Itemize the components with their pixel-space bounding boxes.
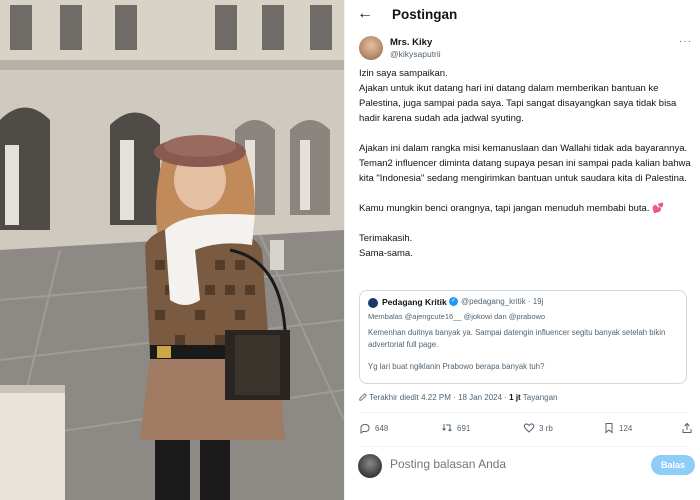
bookmark-count: 124: [619, 423, 633, 433]
author-handle[interactable]: @kikysaputrii: [390, 49, 441, 59]
post-pane: ← Postingan Mrs. Kiky @kikysaputrii ··· …: [345, 0, 700, 500]
divider: [359, 446, 689, 447]
back-arrow-icon[interactable]: ←: [357, 5, 373, 23]
post-line: Teman2 influencer diminta datang supaya …: [359, 158, 691, 184]
quoted-text: Kemenhan duitnya banyak ya. Sampai daten…: [368, 327, 680, 373]
post-line-text: Kamu mungkin benci orangnya, tapi jangan…: [359, 203, 650, 214]
author-name[interactable]: Mrs. Kiky: [390, 37, 432, 48]
more-options-icon[interactable]: ···: [679, 36, 692, 47]
action-bar: 648 691 3 rb 124: [359, 422, 692, 438]
repost-button[interactable]: 691: [441, 422, 470, 434]
share-icon: [682, 422, 692, 433]
post-line: Izin saya sampaikan.: [359, 68, 448, 79]
bookmark-icon: [605, 423, 613, 434]
quoted-author-name: Pedagang Kritik: [382, 297, 447, 307]
like-count: 3 rb: [539, 423, 553, 433]
reply-submit-button[interactable]: Balas: [651, 455, 695, 475]
post-body: Izin saya sampaikan. Ajakan untuk ikut d…: [359, 66, 695, 261]
divider: [359, 412, 689, 413]
post-line: Sama-sama.: [359, 248, 413, 259]
quoted-post[interactable]: Pedagang Kritik ✓ @pedagang_kritik · 19j…: [359, 290, 687, 384]
quoted-avatar: [368, 298, 378, 308]
repost-count: 691: [457, 423, 471, 433]
reply-count: 648: [375, 423, 389, 433]
current-user-avatar: [358, 454, 382, 478]
reply-input[interactable]: [390, 457, 640, 471]
views-count: 1 jt: [509, 393, 521, 402]
reply-button[interactable]: 648: [359, 422, 388, 434]
post-line: Ajakan ini dalam rangka misi kemanuslaan…: [359, 143, 688, 154]
post-photo[interactable]: [0, 0, 344, 500]
page-title: Postingan: [392, 7, 458, 22]
post-line: Kamu mungkin benci orangnya, tapi jangan…: [359, 201, 695, 216]
author-avatar[interactable]: [359, 36, 383, 60]
heart-icon: [523, 423, 535, 433]
quoted-line: Kemenhan duitnya banyak ya. Sampai daten…: [368, 328, 666, 349]
reply-icon: [360, 423, 370, 434]
post-line: Terimakasih.: [359, 233, 413, 244]
edit-icon: [359, 393, 367, 401]
quoted-line: Yg lari buat ngiklanin Prabowo berapa ba…: [368, 362, 545, 371]
like-button[interactable]: 3 rb: [523, 422, 553, 434]
share-button[interactable]: [681, 422, 693, 434]
heart-emoji-icon: 💕: [652, 203, 664, 214]
verified-badge-icon: ✓: [449, 297, 458, 306]
replying-to: Membalas @ajengcute16__ @jokowi dan @pra…: [368, 312, 546, 321]
bookmark-button[interactable]: 124: [603, 422, 632, 434]
edited-timestamp[interactable]: Terakhir diedit 4.22 PM · 18 Jan 2024 ·: [369, 393, 509, 402]
post-meta: Terakhir diedit 4.22 PM · 18 Jan 2024 · …: [359, 393, 558, 402]
repost-icon: [442, 424, 452, 432]
views-label: Tayangan: [520, 393, 558, 402]
header: ← Postingan: [345, 0, 700, 30]
photo-illustration: [0, 0, 344, 500]
quoted-author-handle: @pedagang_kritik · 19j: [461, 297, 544, 306]
post-line: Ajakan untuk ikut datang hari ini datang…: [359, 83, 677, 124]
